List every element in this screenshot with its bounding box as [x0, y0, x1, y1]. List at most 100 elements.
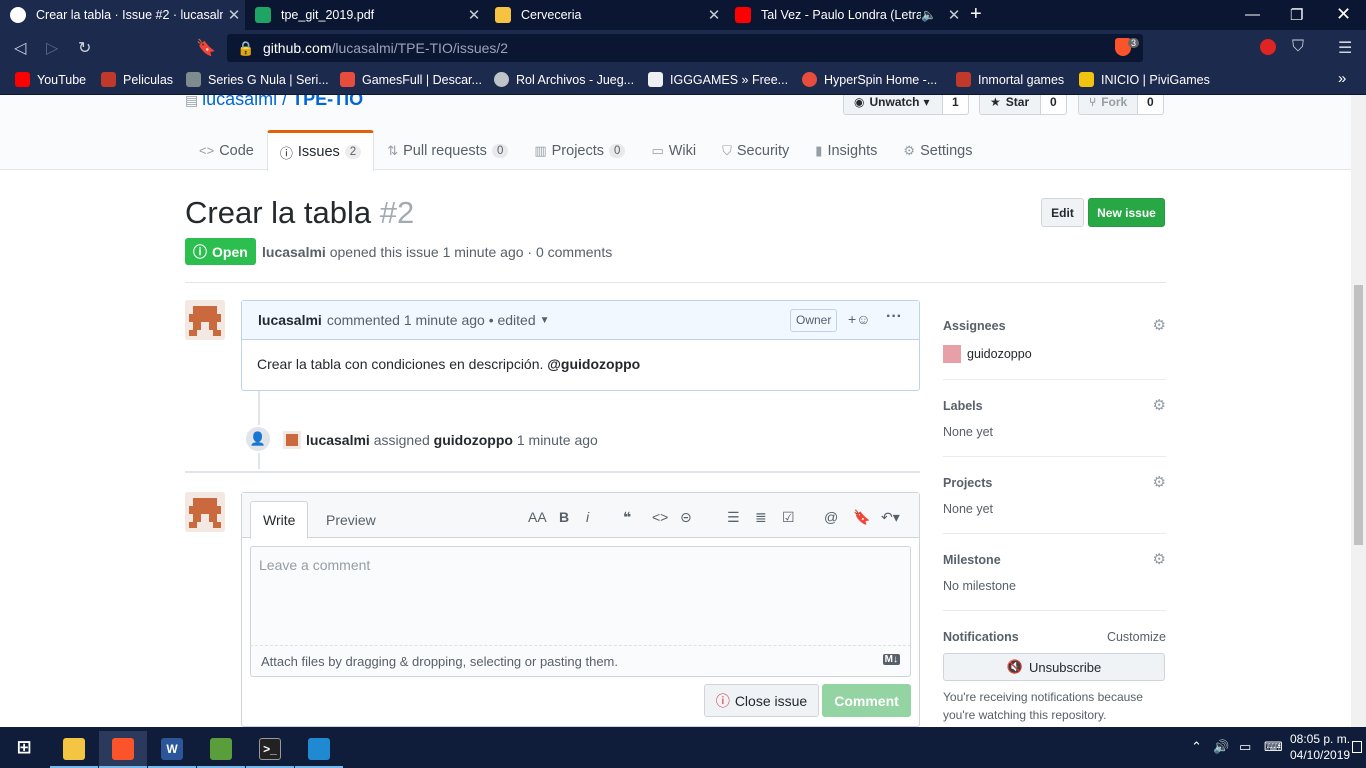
fork-count[interactable]: 0	[1137, 95, 1164, 115]
markdown-icon[interactable]: M↓	[882, 654, 900, 665]
tray-chevron-icon[interactable]: ⌃	[1191, 739, 1202, 755]
keyboard-icon[interactable]: ⌨	[1264, 739, 1283, 755]
gear-icon[interactable]: ⚙	[1153, 396, 1166, 414]
close-tab-icon[interactable]: ✕	[703, 6, 725, 24]
new-issue-button[interactable]: New issue	[1088, 198, 1165, 227]
attach-files-area[interactable]: Attach files by dragging & dropping, sel…	[250, 646, 911, 677]
star-count[interactable]: 0	[1040, 95, 1067, 115]
unsubscribe-button[interactable]: 🔇 Unsubscribe	[943, 653, 1165, 681]
italic-icon[interactable]: i	[586, 509, 589, 525]
browser-tab-cerveceria[interactable]: Cerveceria ✕	[485, 0, 725, 30]
bookmark-pivigames[interactable]: INICIO | PiviGames	[1079, 72, 1210, 87]
watch-count[interactable]: 1	[942, 95, 969, 115]
reload-icon[interactable]: ↻	[78, 38, 91, 58]
bookmark-hyperspin[interactable]: HyperSpin Home -...	[802, 72, 937, 87]
edit-button[interactable]: Edit	[1041, 198, 1084, 227]
volume-icon[interactable]: 🔊	[1213, 739, 1229, 755]
bookmark-peliculas[interactable]: Peliculas	[101, 72, 173, 87]
scrollbar-thumb[interactable]	[1354, 285, 1363, 545]
gear-icon[interactable]: ⚙	[1153, 316, 1166, 334]
event-avatar[interactable]	[283, 431, 301, 449]
restore-icon[interactable]: ❐	[1290, 6, 1303, 24]
speaker-icon[interactable]: 🔈	[921, 8, 937, 23]
code-icon[interactable]: <>	[652, 509, 668, 525]
notification-center-icon[interactable]	[1352, 741, 1362, 753]
avatar[interactable]	[185, 300, 225, 340]
bullet-list-icon[interactable]: ☰	[727, 509, 740, 526]
bookmark-icon[interactable]: 🔖	[196, 38, 216, 58]
comment-author[interactable]: lucasalmi	[258, 312, 322, 328]
file-explorer-icon[interactable]	[50, 731, 98, 768]
close-tab-icon[interactable]: ✕	[223, 6, 245, 24]
tab-insights[interactable]: ▮ Insights	[802, 130, 890, 170]
network-icon[interactable]: ▭	[1239, 739, 1251, 755]
task-list-icon[interactable]: ☑	[782, 509, 795, 526]
tab-write[interactable]: Write	[250, 501, 309, 539]
customize-link[interactable]: Customize	[1107, 630, 1166, 644]
tab-settings[interactable]: ⚙ Settings	[890, 130, 985, 170]
brave-icon[interactable]	[99, 731, 147, 768]
avatar[interactable]	[185, 492, 225, 532]
new-tab-icon[interactable]: +	[970, 4, 982, 24]
tab-issues[interactable]: ⓘ Issues 2	[266, 130, 375, 171]
bookmark-igggames[interactable]: IGGGAMES » Free...	[648, 72, 788, 87]
tab-wiki[interactable]: ▭ Wiki	[638, 130, 709, 170]
repo-name-link[interactable]: TPE-TIO	[292, 95, 363, 109]
quote-icon[interactable]: ❝	[623, 509, 631, 526]
text-size-icon[interactable]: AA	[528, 509, 547, 525]
browser-tab-pdf[interactable]: tpe_git_2019.pdf ✕	[245, 0, 485, 30]
link-icon[interactable]: ⊝	[680, 509, 692, 526]
git-icon[interactable]	[197, 731, 245, 768]
add-reaction-button[interactable]: +☺	[848, 311, 870, 327]
repo-owner-link[interactable]: lucasalmi	[202, 95, 277, 109]
close-window-icon[interactable]: ✕	[1336, 4, 1351, 25]
browser-tab-youtube[interactable]: Tal Vez - Paulo Londra (Letra ) 🔈 ✕	[725, 0, 965, 30]
forward-icon[interactable]: ▷	[46, 38, 58, 58]
windows-start-icon[interactable]: ⊞	[0, 727, 48, 768]
shield-extension-icon[interactable]: ⛉	[1292, 38, 1304, 56]
close-tab-icon[interactable]: ✕	[943, 6, 965, 24]
back-icon[interactable]: ◁	[14, 38, 26, 58]
author-link[interactable]: lucasalmi	[262, 244, 326, 260]
bookmark-gamesfull[interactable]: GamesFull | Descar...	[340, 72, 482, 87]
tab-code[interactable]: <> Code	[186, 130, 267, 170]
close-issue-button[interactable]: ⓘ Close issue	[704, 684, 819, 717]
reply-icon[interactable]: ↶▾	[881, 509, 900, 526]
bookmark-inmortal[interactable]: Inmortal games	[956, 72, 1064, 87]
terminal-icon[interactable]: >_	[246, 731, 294, 768]
tab-security[interactable]: ⛉ Security	[709, 130, 802, 170]
event-actor[interactable]: lucasalmi	[306, 432, 370, 448]
stop-extension-icon[interactable]	[1260, 39, 1276, 55]
assignee-link[interactable]: guidozoppo	[967, 347, 1032, 361]
browser-tab-github[interactable]: Crear la tabla · Issue #2 · lucasalmi/ ✕	[0, 0, 245, 30]
mention-icon[interactable]: @	[824, 509, 838, 525]
bold-icon[interactable]: B	[559, 509, 569, 525]
numbered-list-icon[interactable]: ≣	[755, 509, 767, 526]
bookmark-youtube[interactable]: YouTube	[15, 72, 86, 87]
fork-button[interactable]: ⑂ Fork	[1078, 95, 1138, 115]
word-icon[interactable]: W	[148, 731, 196, 768]
unwatch-button[interactable]: ◉ Unwatch ▾	[843, 95, 943, 115]
scrollbar[interactable]	[1351, 95, 1366, 727]
mention-link[interactable]: @guidozoppo	[547, 356, 640, 372]
caret-down-icon[interactable]: ▼	[540, 315, 550, 326]
bookmark-series[interactable]: Series G Nula | Seri...	[186, 72, 329, 87]
close-tab-icon[interactable]: ✕	[463, 6, 485, 24]
vscode-icon[interactable]	[295, 731, 343, 768]
comment-textarea[interactable]: Leave a comment	[250, 546, 911, 646]
gear-icon[interactable]: ⚙	[1153, 473, 1166, 491]
bookmark-icon[interactable]: 🔖	[853, 509, 870, 526]
menu-icon[interactable]: ☰	[1338, 38, 1352, 58]
assignee-avatar[interactable]	[943, 345, 961, 363]
tab-pull-requests[interactable]: ⇅ Pull requests 0	[374, 130, 521, 170]
address-bar[interactable]: 🔒 github.com/lucasalmi/TPE-TIO/issues/2	[227, 34, 1143, 62]
star-button[interactable]: ★ Star	[979, 95, 1041, 115]
comment-button[interactable]: Comment	[822, 684, 911, 717]
minimize-icon[interactable]: —	[1245, 6, 1260, 23]
kebab-menu-icon[interactable]: ···	[886, 308, 902, 326]
tab-projects[interactable]: ▥ Projects 0	[521, 130, 638, 170]
bookmark-rol[interactable]: Rol Archivos - Jueg...	[494, 72, 634, 87]
tab-preview[interactable]: Preview	[314, 501, 388, 539]
bookmarks-overflow-icon[interactable]: »	[1338, 70, 1346, 87]
system-clock[interactable]: 08:05 p. m. 04/10/2019	[1290, 731, 1350, 763]
